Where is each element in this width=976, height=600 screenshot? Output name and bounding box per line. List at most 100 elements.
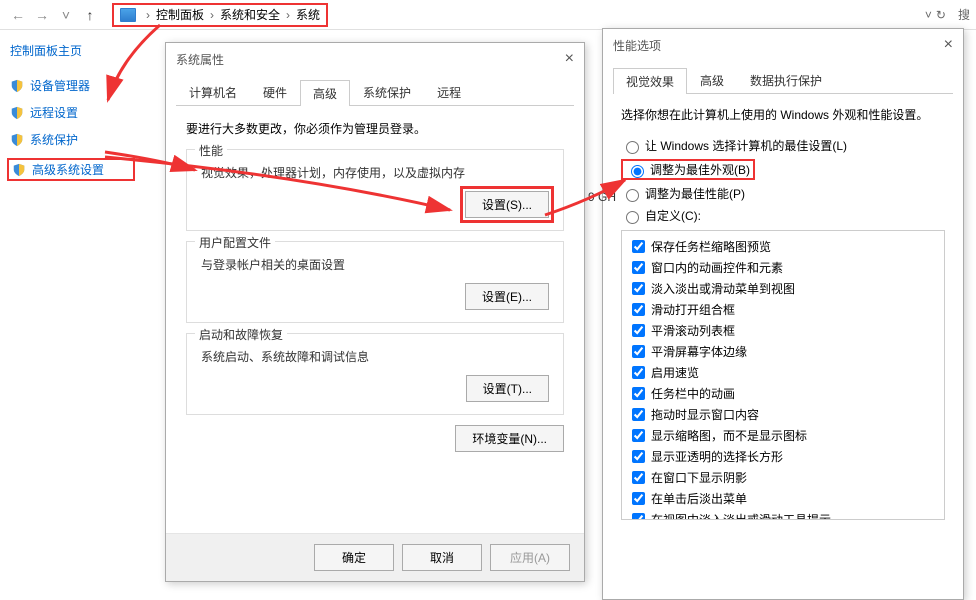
startup-settings-button[interactable]: 设置(T)...: [466, 375, 549, 402]
ok-button[interactable]: 确定: [314, 544, 394, 571]
visual-effect-item[interactable]: 平滑滚动列表框: [628, 321, 938, 340]
checkbox-input[interactable]: [632, 429, 645, 442]
visual-effect-item[interactable]: 在视图中淡入淡出或滑动工具提示: [628, 510, 938, 520]
checkbox-input[interactable]: [632, 450, 645, 463]
checkbox-input[interactable]: [632, 492, 645, 505]
perf-radio-option[interactable]: 调整为最佳性能(P): [621, 185, 945, 202]
address-dropdown-icon[interactable]: ˅: [925, 8, 932, 22]
checkbox-label: 在窗口下显示阴影: [651, 469, 747, 486]
visual-effect-item[interactable]: 显示亚透明的选择长方形: [628, 447, 938, 466]
checkbox-input[interactable]: [632, 345, 645, 358]
sidebar-remote-settings[interactable]: 远程设置: [10, 104, 135, 121]
userprofiles-settings-button[interactable]: 设置(E)...: [465, 283, 549, 310]
breadcrumb-item[interactable]: 系统: [296, 6, 320, 23]
close-icon[interactable]: ×: [565, 50, 574, 68]
checkbox-label: 任务栏中的动画: [651, 385, 735, 402]
visual-effect-item[interactable]: 启用速览: [628, 363, 938, 382]
checkbox-input[interactable]: [632, 261, 645, 274]
checkbox-input[interactable]: [632, 471, 645, 484]
search-placeholder[interactable]: 搜: [958, 6, 970, 23]
checkbox-input[interactable]: [632, 366, 645, 379]
perf-radio-option[interactable]: 让 Windows 选择计算机的最佳设置(L): [621, 137, 945, 154]
radio-input[interactable]: [631, 165, 644, 178]
control-panel-sidebar: 控制面板主页 设备管理器 远程设置 系统保护 高级系统设置: [0, 30, 145, 203]
close-icon[interactable]: ×: [944, 36, 953, 54]
tab-computer-name[interactable]: 计算机名: [176, 79, 250, 105]
admin-note: 要进行大多数更改，你必须作为管理员登录。: [186, 120, 564, 137]
tab-hardware[interactable]: 硬件: [250, 79, 300, 105]
checkbox-input[interactable]: [632, 282, 645, 295]
performance-options-dialog: 性能选项 × 视觉效果 高级 数据执行保护 选择你想在此计算机上使用的 Wind…: [602, 28, 964, 600]
checkbox-label: 在单击后淡出菜单: [651, 490, 747, 507]
dialog-button-row: 确定 取消 应用(A): [166, 533, 584, 581]
radio-label: 让 Windows 选择计算机的最佳设置(L): [645, 137, 847, 154]
cancel-button[interactable]: 取消: [402, 544, 482, 571]
shield-icon: [10, 79, 24, 93]
sidebar-system-protection[interactable]: 系统保护: [10, 131, 135, 148]
breadcrumb-item[interactable]: 系统和安全: [220, 6, 280, 23]
dialog-title: 性能选项: [613, 37, 661, 54]
tab-advanced[interactable]: 高级: [687, 67, 737, 93]
sidebar-device-manager[interactable]: 设备管理器: [10, 77, 135, 94]
breadcrumb-item[interactable]: 控制面板: [156, 6, 204, 23]
checkbox-input[interactable]: [632, 303, 645, 316]
visual-effect-item[interactable]: 滑动打开组合框: [628, 300, 938, 319]
tab-remote[interactable]: 远程: [424, 79, 474, 105]
group-desc: 与登录帐户相关的桌面设置: [201, 256, 549, 273]
breadcrumb-highlight: › 控制面板 › 系统和安全 › 系统: [112, 3, 328, 27]
recent-dropdown[interactable]: ˅: [54, 3, 78, 27]
checkbox-input[interactable]: [632, 408, 645, 421]
perf-radio-option[interactable]: 调整为最佳外观(B): [621, 159, 945, 180]
visual-effect-item[interactable]: 任务栏中的动画: [628, 384, 938, 403]
address-bar[interactable]: › 控制面板 › 系统和安全 › 系统: [108, 3, 919, 27]
sidebar-home-label: 控制面板主页: [10, 42, 82, 59]
tab-advanced[interactable]: 高级: [300, 80, 350, 106]
environment-variables-button[interactable]: 环境变量(N)...: [455, 425, 564, 452]
checkbox-label: 平滑屏幕字体边缘: [651, 343, 747, 360]
performance-group: 性能 视觉效果，处理器计划，内存使用，以及虚拟内存 设置(S)...: [186, 149, 564, 231]
group-desc: 视觉效果，处理器计划，内存使用，以及虚拟内存: [201, 164, 549, 181]
checkbox-input[interactable]: [632, 387, 645, 400]
apply-button[interactable]: 应用(A): [490, 544, 570, 571]
group-title: 用户配置文件: [195, 234, 275, 251]
back-button[interactable]: ←: [6, 3, 30, 27]
tab-visual-effects[interactable]: 视觉效果: [613, 68, 687, 94]
forward-button[interactable]: →: [30, 3, 54, 27]
group-desc: 系统启动、系统故障和调试信息: [201, 348, 549, 365]
radio-input[interactable]: [626, 189, 639, 202]
radio-label: 自定义(C):: [645, 207, 701, 224]
tab-dep[interactable]: 数据执行保护: [737, 67, 835, 93]
visual-effect-item[interactable]: 淡入淡出或滑动菜单到视图: [628, 279, 938, 298]
tab-system-protection[interactable]: 系统保护: [350, 79, 424, 105]
checkbox-label: 启用速览: [651, 364, 699, 381]
system-properties-dialog: 系统属性 × 计算机名 硬件 高级 系统保护 远程 要进行大多数更改，你必须作为…: [165, 42, 585, 582]
ghz-fragment: 9 GH: [588, 190, 616, 204]
explorer-toolbar: ← → ˅ ↑ › 控制面板 › 系统和安全 › 系统 ˅ ↻ 搜: [0, 0, 976, 30]
visual-effect-item[interactable]: 在窗口下显示阴影: [628, 468, 938, 487]
perf-radio-option[interactable]: 自定义(C):: [621, 207, 945, 224]
perf-tabs: 视觉效果 高级 数据执行保护: [613, 67, 953, 94]
visual-effect-item[interactable]: 拖动时显示窗口内容: [628, 405, 938, 424]
checkbox-label: 保存任务栏缩略图预览: [651, 238, 771, 255]
checkbox-input[interactable]: [632, 240, 645, 253]
computer-icon: [120, 8, 136, 22]
radio-input[interactable]: [626, 211, 639, 224]
up-button[interactable]: ↑: [78, 3, 102, 27]
group-title: 启动和故障恢复: [195, 326, 287, 343]
control-panel-home-link[interactable]: 控制面板主页: [10, 42, 135, 59]
radio-input[interactable]: [626, 141, 639, 154]
checkbox-label: 滑动打开组合框: [651, 301, 735, 318]
checkbox-input[interactable]: [632, 513, 645, 520]
sysprops-tabs: 计算机名 硬件 高级 系统保护 远程: [176, 75, 574, 106]
performance-settings-button[interactable]: 设置(S)...: [465, 191, 549, 218]
visual-effect-item[interactable]: 平滑屏幕字体边缘: [628, 342, 938, 361]
visual-effect-item[interactable]: 在单击后淡出菜单: [628, 489, 938, 508]
checkbox-input[interactable]: [632, 324, 645, 337]
visual-effect-item[interactable]: 显示缩略图，而不是显示图标: [628, 426, 938, 445]
checkbox-label: 在视图中淡入淡出或滑动工具提示: [651, 511, 831, 520]
visual-effect-item[interactable]: 窗口内的动画控件和元素: [628, 258, 938, 277]
visual-effects-list[interactable]: 保存任务栏缩略图预览窗口内的动画控件和元素淡入淡出或滑动菜单到视图滑动打开组合框…: [621, 230, 945, 520]
visual-effect-item[interactable]: 保存任务栏缩略图预览: [628, 237, 938, 256]
refresh-icon[interactable]: ↻: [936, 8, 946, 22]
sidebar-advanced-system-settings[interactable]: 高级系统设置: [7, 158, 135, 181]
